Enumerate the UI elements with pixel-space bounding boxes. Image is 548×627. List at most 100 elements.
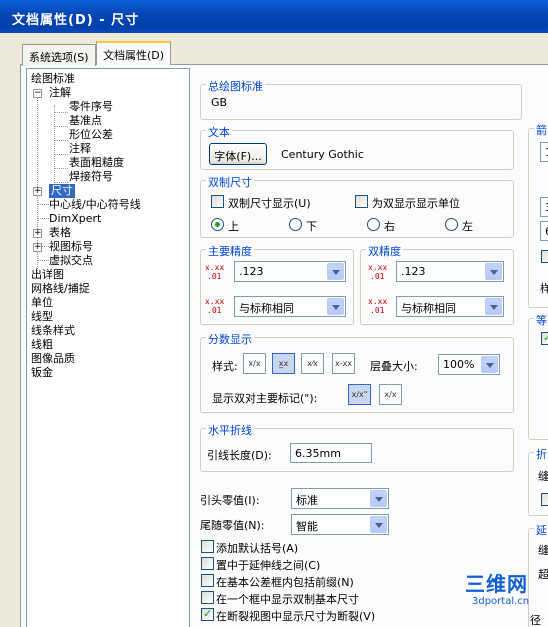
dropdown-arrow-icon[interactable] xyxy=(370,490,387,507)
dual-tolerance-select[interactable]: 与标称相同 xyxy=(396,296,504,317)
dual-precision-value: .123 xyxy=(401,265,426,278)
tree-line xyxy=(54,126,68,127)
tree-item-dimensions[interactable]: 尺寸 xyxy=(49,184,75,198)
svg-text:.01: .01 xyxy=(207,306,222,315)
include-prefix-checkbox[interactable] xyxy=(201,574,214,587)
leader-length-label: 引线长度(D): xyxy=(207,449,272,462)
tree-item-surface-finish[interactable]: 表面粗糙度 xyxy=(69,156,124,170)
svg-text:x.xx: x.xx xyxy=(205,263,224,272)
dropdown-arrow-icon[interactable] xyxy=(485,298,502,315)
arrow-size-input-3[interactable]: 6 xyxy=(540,221,548,241)
stack-size-select[interactable]: 100% xyxy=(438,354,500,375)
tree-item-detailing[interactable]: 出详图 xyxy=(31,268,64,282)
fraction-style-mixed-icon[interactable]: x-xx xyxy=(332,353,355,374)
text-group-title: 文本 xyxy=(206,124,232,140)
tree-item-units[interactable]: 单位 xyxy=(31,296,53,310)
dual-marks-off-icon[interactable]: x/x xyxy=(379,384,402,405)
tree-line xyxy=(54,154,68,155)
tree-item-dimxpert[interactable]: DimXpert xyxy=(49,212,101,226)
expand-icon[interactable]: + xyxy=(33,243,42,252)
tree-line xyxy=(54,112,68,113)
arrows-title: 箭 xyxy=(534,122,548,138)
primary-precision-title: 主要精度 xyxy=(206,243,254,259)
primary-tolerance-value: 与标称相同 xyxy=(239,302,294,315)
tree-item-balloons[interactable]: 零件序号 xyxy=(69,100,113,114)
dropdown-arrow-icon[interactable] xyxy=(327,298,344,315)
dual-marks-on-icon[interactable]: x/x" xyxy=(348,384,371,405)
tree-item-drawing-standard[interactable]: 绘图标准 xyxy=(31,72,75,86)
tree-item-view-labels[interactable]: 视图标号 xyxy=(49,240,93,254)
tree-item-gtol[interactable]: 形位公差 xyxy=(69,128,113,142)
window-title: 文档属性(D) - 尺寸 xyxy=(0,0,548,33)
primary-tolerance-select[interactable]: 与标称相同 xyxy=(234,296,346,317)
precision-value-icon: x.xx .01 xyxy=(205,263,224,281)
svg-text:.01: .01 xyxy=(207,272,222,281)
tree-item-notes[interactable]: 注释 xyxy=(69,142,91,156)
font-name: Century Gothic xyxy=(281,148,364,161)
expand-icon[interactable]: + xyxy=(33,229,42,238)
font-button[interactable]: 字体(F)... xyxy=(209,143,267,165)
dual-display-label: 双制尺寸显示(U) xyxy=(228,197,311,210)
fraction-style-slash-icon[interactable]: x/x xyxy=(243,353,266,374)
arrow-option-checkbox[interactable] xyxy=(541,250,548,263)
dual-display-checkbox[interactable] xyxy=(211,195,224,208)
tree-item-line-font[interactable]: 线型 xyxy=(31,310,53,324)
property-tree[interactable]: 绘图标准 − 注解 零件序号 基准点 形位公差 注释 表面粗糙度 焊接符号 + … xyxy=(26,68,190,627)
tree-item-weld-symbols[interactable]: 焊接符号 xyxy=(69,170,113,184)
fold-row-label: 缝 xyxy=(538,470,548,483)
position-right-radio[interactable] xyxy=(367,218,380,231)
fold-title: 折 xyxy=(534,446,548,462)
svg-text:x.xx: x.xx xyxy=(368,297,387,306)
dropdown-arrow-icon[interactable] xyxy=(327,263,344,280)
tree-item-image-quality[interactable]: 图像品质 xyxy=(31,352,75,366)
tree-item-virtual-sharps[interactable]: 虚拟交点 xyxy=(49,254,93,268)
dual-tolerance-precision-icon: x.xx .01 xyxy=(368,297,387,315)
extension-row2-label: 超 xyxy=(538,568,548,581)
expand-icon[interactable]: + xyxy=(33,187,42,196)
trailing-zero-value: 智能 xyxy=(296,520,318,533)
dual-precision-value-icon: x.xx .01 xyxy=(368,263,387,281)
center-between-extensions-checkbox[interactable] xyxy=(201,557,214,570)
tree-line xyxy=(54,168,68,169)
dual-unit-checkbox[interactable] xyxy=(355,195,368,208)
equal-option-checkbox[interactable] xyxy=(541,331,548,345)
arrow-size-input-2[interactable]: 3 xyxy=(540,197,548,217)
tree-item-datums[interactable]: 基准点 xyxy=(69,114,102,128)
position-right-label: 右 xyxy=(384,220,395,233)
break-line-title: 水平折线 xyxy=(206,422,254,438)
tree-item-line-style[interactable]: 线条样式 xyxy=(31,324,75,338)
tree-item-sheet-metal[interactable]: 钣金 xyxy=(31,366,53,380)
tree-item-grid-snap[interactable]: 网格线/捕捉 xyxy=(31,282,90,296)
primary-precision-select[interactable]: .123 xyxy=(234,261,346,282)
tab-system-options[interactable]: 系统选项(S) xyxy=(22,44,96,66)
fraction-style-stacked-icon[interactable]: x̲x xyxy=(272,353,295,374)
trailing-zero-select[interactable]: 智能 xyxy=(291,514,389,535)
show-broken-dims-checkbox[interactable] xyxy=(201,607,214,621)
fold-option-checkbox[interactable] xyxy=(541,493,548,506)
tree-item-centerlines[interactable]: 中心线/中心符号线 xyxy=(49,198,141,212)
add-parentheses-checkbox[interactable] xyxy=(201,540,214,553)
tab-document-properties[interactable]: 文档属性(D) xyxy=(96,41,172,65)
leader-length-input[interactable]: 6.35mm xyxy=(290,443,372,463)
position-left-radio[interactable] xyxy=(445,218,458,231)
watermark-url: 3dportal.cn xyxy=(472,596,530,607)
arrows-sample-label: 样 xyxy=(540,282,548,295)
dropdown-arrow-icon[interactable] xyxy=(485,263,502,280)
collapse-icon[interactable]: − xyxy=(33,89,42,98)
dropdown-arrow-icon[interactable] xyxy=(370,516,387,533)
dropdown-arrow-icon[interactable] xyxy=(481,356,498,373)
tree-line xyxy=(37,218,49,219)
fraction-style-diagonal-icon[interactable]: x⁄x xyxy=(301,353,324,374)
arrow-size-input[interactable]: 1 xyxy=(540,142,548,162)
position-bottom-radio[interactable] xyxy=(289,218,302,231)
tree-item-line-thickness[interactable]: 线粗 xyxy=(31,338,53,352)
tree-item-annotations[interactable]: 注解 xyxy=(49,86,71,100)
leading-zero-select[interactable]: 标准 xyxy=(291,488,389,509)
position-top-radio[interactable] xyxy=(211,218,224,231)
dual-basic-in-box-checkbox[interactable] xyxy=(201,591,214,604)
position-left-label: 左 xyxy=(462,220,473,233)
tree-item-tables[interactable]: 表格 xyxy=(49,226,71,240)
stack-size-value: 100% xyxy=(443,358,475,371)
add-parentheses-label: 添加默认括号(A) xyxy=(216,542,299,555)
dual-precision-select[interactable]: .123 xyxy=(396,261,504,282)
